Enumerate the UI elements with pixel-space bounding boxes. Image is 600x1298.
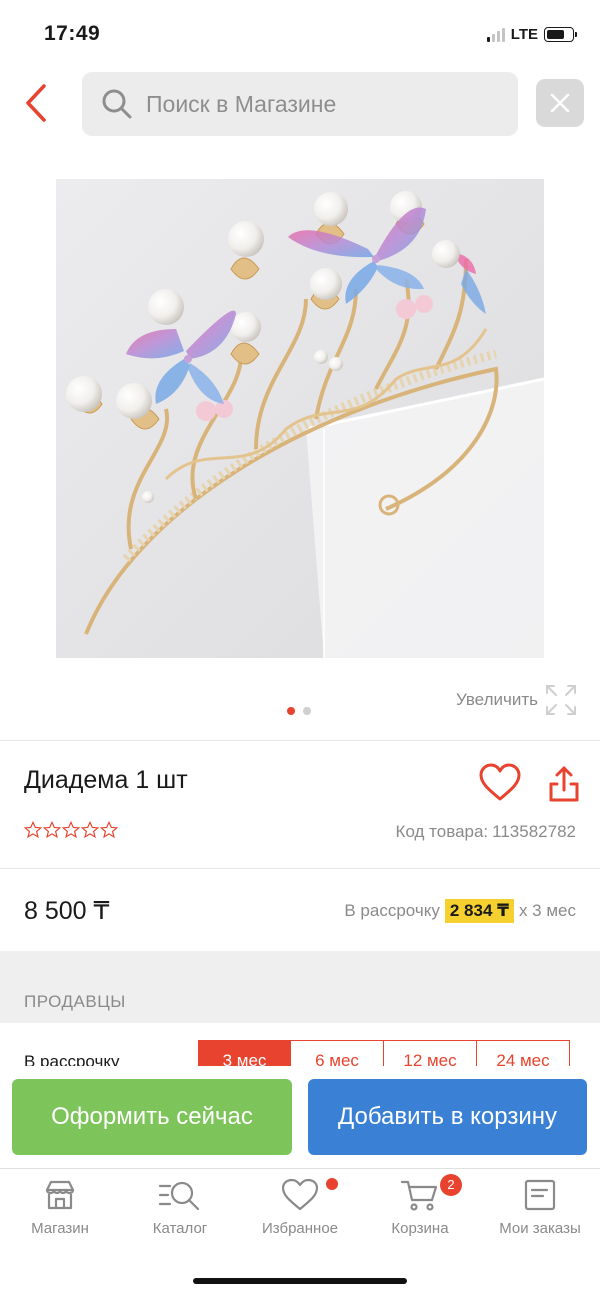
product-code-value: 113582782: [492, 822, 576, 841]
tab-store[interactable]: Магазин: [0, 1178, 120, 1237]
search-input[interactable]: [144, 89, 508, 119]
cart-icon: [400, 1180, 438, 1211]
search-bar[interactable]: [82, 72, 518, 136]
store-icon: [45, 1180, 75, 1210]
tab-my-orders[interactable]: Мои заказы: [480, 1178, 600, 1237]
product-title: Диадема 1 шт: [24, 766, 188, 794]
divider: [0, 868, 600, 869]
installment-info: В рассрочку 2 834 ₸ x 3 мес: [344, 899, 576, 923]
favorites-indicator-dot: [326, 1178, 338, 1190]
product-image[interactable]: [56, 179, 544, 658]
sellers-label: ПРОДАВЦЫ: [24, 992, 126, 1011]
network-type: LTE: [510, 26, 538, 43]
tab-store-label: Магазин: [31, 1220, 89, 1237]
checkout-now-button[interactable]: Оформить сейчас: [12, 1079, 292, 1155]
chevron-left-icon: [26, 84, 46, 122]
cart-count-badge: 2: [440, 1174, 462, 1196]
battery-icon: [544, 27, 577, 42]
star-icon: [62, 821, 80, 839]
home-indicator[interactable]: [193, 1278, 407, 1284]
installment-amount: 2 834 ₸: [444, 899, 514, 923]
add-to-cart-button[interactable]: Добавить в корзину: [308, 1079, 587, 1155]
catalog-search-icon: [158, 1181, 200, 1211]
tiara-photo: [56, 179, 544, 658]
star-icon: [24, 821, 42, 839]
status-indicators: LTE: [486, 26, 577, 43]
share-icon: [549, 766, 579, 802]
pagination-dot[interactable]: [303, 707, 311, 715]
tab-favorites-label: Избранное: [261, 1220, 339, 1237]
product-code: Код товара: 113582782: [396, 822, 576, 842]
clear-search-button[interactable]: [536, 79, 584, 127]
star-icon: [43, 821, 61, 839]
favorite-button[interactable]: [478, 763, 522, 803]
gallery-pagination: [287, 707, 311, 715]
tab-catalog[interactable]: Каталог: [120, 1178, 240, 1237]
zoom-label[interactable]: Увеличить: [456, 690, 538, 710]
share-button[interactable]: [547, 764, 581, 804]
installment-suffix: x 3 мес: [518, 901, 576, 920]
star-icon: [81, 821, 99, 839]
tab-favorites[interactable]: Избранное: [240, 1178, 360, 1237]
installment-prefix: В рассрочку: [344, 901, 440, 920]
product-code-label: Код товара:: [395, 822, 489, 841]
tab-catalog-label: Каталог: [152, 1220, 208, 1237]
search-icon: [102, 89, 132, 119]
heart-icon: [479, 763, 521, 801]
back-button[interactable]: [18, 82, 54, 124]
divider: [0, 740, 600, 741]
status-time: 17:49: [44, 22, 101, 45]
tab-cart-label: Корзина: [391, 1220, 449, 1237]
orders-icon: [524, 1179, 556, 1211]
heart-icon: [281, 1178, 319, 1211]
tab-cart[interactable]: 2 Корзина: [360, 1174, 480, 1237]
expand-icon[interactable]: [544, 683, 578, 717]
rating-stars: [24, 821, 118, 839]
pagination-dot-active[interactable]: [287, 707, 295, 715]
close-icon: [550, 93, 570, 113]
sellers-section-header: [0, 951, 600, 1023]
product-price: 8 500 ₸: [24, 897, 110, 925]
tab-my-orders-label: Мои заказы: [499, 1220, 581, 1237]
signal-icon: [486, 27, 505, 42]
star-icon: [100, 821, 118, 839]
